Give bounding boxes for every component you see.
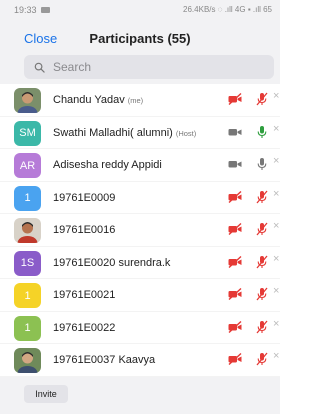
participant-row[interactable]: 19761E0037 Kaavya × bbox=[0, 344, 280, 377]
overflow-x-icon: × bbox=[273, 350, 280, 362]
participant-name: Chandu Yadav bbox=[53, 94, 125, 106]
avatar-photo bbox=[14, 218, 41, 243]
header: Close Participants (55) bbox=[0, 22, 280, 54]
participant-name-group: 19761E0022 bbox=[53, 322, 115, 334]
participant-row[interactable]: 19761E0016 × bbox=[0, 214, 280, 247]
avatar-photo bbox=[14, 88, 41, 113]
avatar-initials: AR bbox=[14, 153, 41, 178]
video-off-icon bbox=[228, 288, 242, 300]
overflow-x-icon: × bbox=[273, 122, 280, 135]
search-box[interactable] bbox=[24, 55, 274, 79]
participant-list: Chandu Yadav (me) × SM Swathi Malladhi( alum… bbox=[0, 84, 280, 377]
overflow-x-icon: × bbox=[273, 220, 280, 232]
participant-name: 19761E0037 Kaavya bbox=[53, 354, 156, 366]
mic-muted-icon bbox=[256, 190, 268, 203]
video-off-icon bbox=[228, 190, 242, 203]
camera-notification-icon bbox=[40, 7, 50, 13]
status-indicators: 26.4KB/s ◌ .ıll 4G ▪ .ıll 65 bbox=[183, 5, 272, 14]
participant-name: 19761E0009 bbox=[53, 191, 116, 204]
participant-name-group: Chandu Yadav (me) bbox=[53, 94, 143, 106]
overflow-x-icon: × bbox=[273, 317, 280, 330]
participant-name-group: Swathi Malladhi( alumni) (Host) bbox=[53, 127, 196, 139]
participant-role-tag: (me) bbox=[127, 96, 144, 105]
mic-muted-icon bbox=[256, 255, 268, 268]
avatar-photo bbox=[14, 348, 41, 373]
avatar-initials: SM bbox=[14, 120, 41, 146]
mic-muted-icon bbox=[256, 352, 268, 366]
video-off-icon bbox=[228, 353, 242, 365]
participant-name-group: 19761E0016 bbox=[53, 224, 115, 236]
video-icon bbox=[228, 128, 242, 135]
video-off-icon bbox=[228, 255, 242, 268]
invite-button[interactable]: Invite bbox=[24, 385, 68, 403]
participant-name: 19761E0020 surendra.k bbox=[53, 256, 171, 269]
participant-name-group: 19761E0009 bbox=[53, 192, 115, 204]
video-off-icon bbox=[228, 93, 242, 105]
video-off-icon bbox=[228, 320, 242, 333]
status-bar: 19:33 26.4KB/s ◌ .ıll 4G ▪ .ıll 65 bbox=[0, 0, 280, 22]
status-left: 19:33 bbox=[14, 5, 50, 15]
participant-name-group: 19761E0020 surendra.k bbox=[53, 257, 170, 269]
participant-name: 19761E0022 bbox=[53, 321, 116, 334]
mic-muted-icon bbox=[256, 92, 268, 106]
participant-name-group: 19761E0021 bbox=[53, 289, 115, 301]
search-icon bbox=[34, 62, 45, 73]
participant-role-tag: (Host) bbox=[175, 128, 197, 138]
footer: Invite bbox=[0, 377, 280, 414]
avatar-initials: 1 bbox=[14, 185, 41, 211]
mic-icon bbox=[257, 158, 267, 170]
overflow-x-icon: × bbox=[273, 155, 280, 167]
participant-row[interactable]: AR Adisesha reddy Appidi × bbox=[0, 149, 280, 182]
avatar-initials: 1S bbox=[14, 250, 41, 276]
mic-muted-icon bbox=[256, 222, 268, 236]
participant-name-group: 19761E0037 Kaavya bbox=[53, 354, 155, 366]
page-title: Participants (55) bbox=[89, 31, 191, 46]
participant-row[interactable]: Chandu Yadav (me) × bbox=[0, 84, 280, 117]
video-icon bbox=[228, 161, 242, 168]
overflow-x-icon: × bbox=[273, 252, 280, 265]
participant-row[interactable]: SM Swathi Malladhi( alumni) (Host) × bbox=[0, 117, 280, 149]
search-input[interactable] bbox=[53, 60, 253, 74]
mic-icon bbox=[257, 125, 267, 138]
avatar-initials: 1 bbox=[14, 283, 41, 308]
participant-name-group: Adisesha reddy Appidi bbox=[53, 159, 162, 171]
overflow-x-icon: × bbox=[273, 90, 280, 102]
participant-row[interactable]: 1S 19761E0020 surendra.k × bbox=[0, 247, 280, 279]
participant-name: Swathi Malladhi( alumni) bbox=[53, 126, 173, 139]
participant-name: 19761E0016 bbox=[53, 224, 116, 236]
search-bar bbox=[0, 54, 280, 84]
overflow-x-icon: × bbox=[273, 187, 280, 200]
overflow-x-icon: × bbox=[273, 285, 280, 297]
participant-row[interactable]: 1 19761E0021 × bbox=[0, 279, 280, 312]
status-time: 19:33 bbox=[14, 5, 37, 15]
participant-name: Adisesha reddy Appidi bbox=[53, 159, 162, 171]
mic-muted-icon bbox=[256, 320, 268, 333]
participant-name: 19761E0021 bbox=[53, 289, 116, 301]
participant-row[interactable]: 1 19761E0009 × bbox=[0, 182, 280, 214]
mic-muted-icon bbox=[256, 287, 268, 301]
avatar-initials: 1 bbox=[14, 315, 41, 341]
video-off-icon bbox=[228, 223, 242, 235]
participant-row[interactable]: 1 19761E0022 × bbox=[0, 312, 280, 344]
